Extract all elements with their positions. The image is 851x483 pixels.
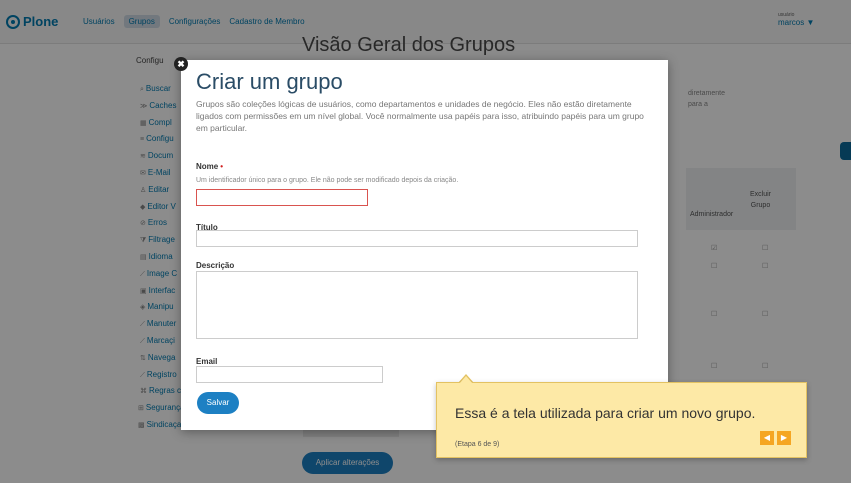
title-input[interactable] xyxy=(196,230,638,247)
prev-step-button[interactable]: ◀ xyxy=(760,431,774,445)
name-label: Nome • xyxy=(196,162,223,171)
tour-tooltip: Essa é a tela utilizada para criar um no… xyxy=(436,382,807,458)
tooltip-step: (Etapa 6 de 9) xyxy=(455,441,500,448)
next-step-button[interactable]: ▶ xyxy=(777,431,791,445)
name-label-text: Nome xyxy=(196,162,219,171)
description-label: Descrição xyxy=(196,261,235,270)
email-input[interactable] xyxy=(196,366,383,383)
modal-description: Grupos são coleções lógicas de usuários,… xyxy=(196,99,644,133)
create-group-modal: Criar um grupo Grupos são coleções lógic… xyxy=(181,60,668,430)
modal-title: Criar um grupo xyxy=(196,69,343,94)
email-label: Email xyxy=(196,357,218,366)
name-input[interactable] xyxy=(196,189,368,206)
name-help-text: Um identificador único para o grupo. Ele… xyxy=(196,177,459,184)
save-button[interactable]: Salvar xyxy=(197,392,239,414)
description-textarea[interactable] xyxy=(196,271,638,339)
close-icon[interactable]: ✖ xyxy=(174,57,188,71)
tooltip-arrow-inner xyxy=(459,376,473,384)
tooltip-text: Essa é a tela utilizada para criar um no… xyxy=(455,405,756,421)
required-marker: • xyxy=(220,162,224,171)
